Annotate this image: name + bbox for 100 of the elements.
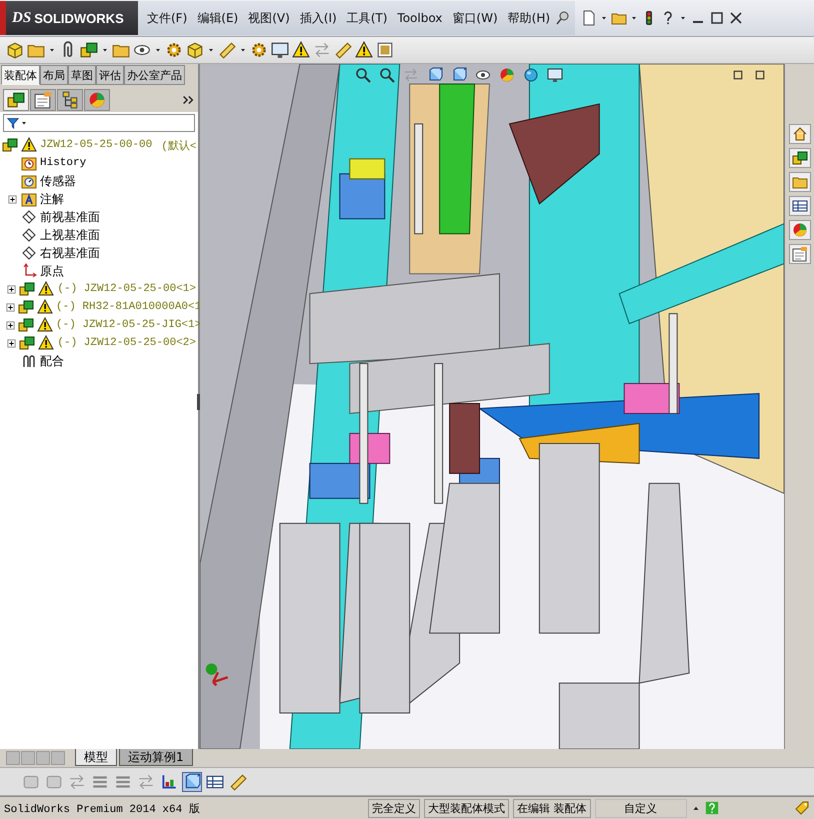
- tree-item-label[interactable]: (-) JZW12-05-25-00<2>: [57, 337, 196, 349]
- status-field: 大型装配体模式: [424, 798, 509, 818]
- mates-icon: [21, 353, 37, 369]
- tree-item-label[interactable]: (-) JZW12-05-25-JIG<1>: [56, 319, 202, 331]
- status-text: SolidWorks Premium 2014 x64 版: [4, 802, 201, 816]
- dropdown-caret-icon[interactable]: [154, 46, 162, 54]
- restore-icon[interactable]: [709, 10, 726, 26]
- tile-icon[interactable]: [376, 41, 394, 59]
- configuration-label: (默认<: [161, 139, 196, 152]
- tree-item-label[interactable]: 原点: [40, 262, 64, 280]
- filter-field[interactable]: [3, 114, 195, 132]
- dropdown-caret-icon[interactable]: [20, 119, 28, 127]
- expand-toggle[interactable]: [6, 320, 15, 330]
- command-tab[interactable]: 布局: [40, 65, 68, 85]
- splitter-handle[interactable]: [197, 394, 200, 410]
- dropdown-caret-icon[interactable]: [207, 46, 215, 54]
- box-icon[interactable]: [427, 67, 443, 83]
- dropdown-caret-icon[interactable]: [239, 46, 247, 54]
- command-tab[interactable]: 装配体: [1, 65, 40, 85]
- status-field: 在编辑 装配体: [513, 798, 590, 818]
- assembly-icon[interactable]: [80, 41, 98, 59]
- annotation-folder-icon: [21, 191, 37, 207]
- dropdown-caret-icon[interactable]: [101, 46, 109, 54]
- search-icon[interactable]: [355, 67, 371, 83]
- logo-mark: DS: [12, 10, 32, 26]
- new-document-icon[interactable]: [581, 10, 598, 26]
- logo-text: SOLIDWORKS: [34, 10, 124, 26]
- panel-tab[interactable]: [57, 89, 83, 111]
- tree-item-label[interactable]: 配合: [40, 352, 64, 370]
- plane-icon: [21, 245, 37, 261]
- gear-icon[interactable]: [250, 41, 268, 59]
- assembly-icon: [19, 335, 36, 351]
- expand-toggle[interactable]: [8, 194, 16, 204]
- tree-item-label[interactable]: JZW12-05-25-00-00: [40, 139, 152, 151]
- dropdown-caret-icon[interactable]: [48, 46, 56, 54]
- tree-item-label[interactable]: 前视基准面: [40, 208, 100, 226]
- tree-item-label[interactable]: (-) JZW12-05-25-00<1>: [57, 283, 196, 295]
- task-pane-tab[interactable]: [788, 124, 810, 144]
- sensor-folder-icon: [21, 173, 37, 189]
- task-pane-tab[interactable]: [788, 244, 810, 264]
- assembly-icon: [18, 317, 34, 333]
- task-pane-tab[interactable]: [788, 172, 810, 192]
- menu-item[interactable]: 工具(T): [342, 6, 392, 30]
- tree-item-label[interactable]: 注解: [40, 190, 64, 208]
- color-wheel-icon[interactable]: [499, 67, 515, 83]
- tree-item-label[interactable]: History: [40, 157, 86, 169]
- tree-item-label[interactable]: 上视基准面: [40, 226, 100, 244]
- box-icon[interactable]: [183, 772, 201, 790]
- menu-item[interactable]: Toolbox: [392, 8, 448, 28]
- filter-icon[interactable]: [7, 117, 19, 129]
- model-tab[interactable]: 模型: [75, 749, 117, 766]
- cube-icon[interactable]: [6, 41, 24, 59]
- command-tab[interactable]: 草图: [68, 65, 96, 85]
- command-tab[interactable]: 办公室产品: [124, 65, 185, 85]
- tree-item-label[interactable]: 右视基准面: [40, 244, 100, 262]
- chart-axes-icon[interactable]: [160, 772, 178, 790]
- units-button[interactable]: 自定义: [594, 798, 686, 818]
- task-pane-tab[interactable]: [788, 148, 810, 168]
- expand-toggle[interactable]: [6, 302, 15, 312]
- warning-icon[interactable]: [292, 41, 310, 59]
- menu-item[interactable]: 帮助(H): [502, 6, 556, 30]
- menu-item[interactable]: 视图(V): [243, 6, 295, 30]
- panel-tab[interactable]: [30, 89, 56, 111]
- restore-icon[interactable]: [754, 69, 766, 81]
- tree-item-label[interactable]: 传感器: [40, 172, 76, 190]
- expand-toggle[interactable]: [6, 284, 16, 294]
- status-field: 完全定义: [368, 798, 420, 818]
- origin-icon: [21, 263, 37, 279]
- dropdown-caret-icon[interactable]: [679, 14, 688, 22]
- cube-icon[interactable]: [186, 41, 204, 59]
- monitor-icon[interactable]: [547, 67, 563, 83]
- task-pane-tab[interactable]: [788, 196, 810, 216]
- ruler-icon[interactable]: [218, 41, 236, 59]
- restore-icon[interactable]: [732, 69, 744, 81]
- history-icon: [21, 155, 37, 171]
- menu-item[interactable]: 文件(F): [142, 6, 192, 30]
- plane-icon: [21, 209, 37, 225]
- gear-icon[interactable]: [165, 41, 183, 59]
- menu-item[interactable]: 窗口(W): [447, 6, 503, 30]
- expand-toggle[interactable]: [6, 338, 16, 348]
- warning-icon[interactable]: [355, 41, 373, 59]
- assembly-icon: [19, 281, 36, 297]
- command-tab[interactable]: 评估: [96, 65, 124, 85]
- monitor-icon[interactable]: [271, 41, 289, 59]
- search-icon[interactable]: [379, 67, 395, 83]
- task-pane-tab[interactable]: [788, 220, 810, 240]
- dropdown-caret-icon[interactable]: [600, 14, 608, 22]
- assembly-icon[interactable]: [2, 137, 18, 153]
- menu-item[interactable]: 编辑(E): [192, 6, 244, 30]
- panel-tab[interactable]: [3, 89, 29, 111]
- dropdown-caret-icon[interactable]: [630, 14, 638, 22]
- tree-item-label[interactable]: (-) RH32-81A010000A0<1: [56, 301, 202, 313]
- ruler-icon[interactable]: [229, 772, 247, 790]
- model-tab[interactable]: 运动算例1: [119, 749, 193, 766]
- close-icon[interactable]: [728, 10, 744, 26]
- box-icon[interactable]: [451, 67, 467, 83]
- ruler-icon[interactable]: [334, 41, 352, 59]
- expand-chevron-icon[interactable]: [181, 93, 195, 107]
- menu-item[interactable]: 插入(I): [294, 6, 342, 30]
- tag-icon[interactable]: [794, 800, 810, 816]
